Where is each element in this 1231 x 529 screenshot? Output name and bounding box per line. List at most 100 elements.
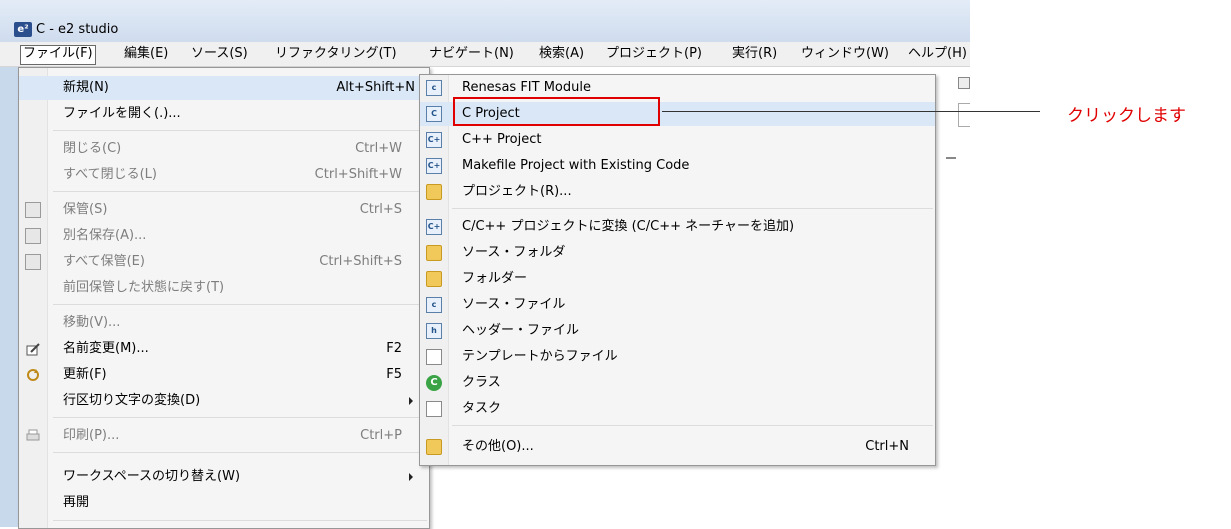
minimize-view-button[interactable] bbox=[958, 77, 970, 89]
menu-item-shortcut: F5 bbox=[386, 367, 402, 382]
submenu-arrow-icon bbox=[409, 473, 413, 481]
folder-icon bbox=[426, 271, 442, 287]
file-menu-item-switch-workspace[interactable]: ワークスペースの切り替え(W) bbox=[19, 465, 429, 489]
file-menu-item-revert[interactable]: 前回保管した状態に戻す(T) bbox=[19, 276, 429, 300]
menu-separator bbox=[53, 452, 427, 453]
menu-project[interactable]: プロジェクト(P) bbox=[604, 45, 704, 63]
file-menu-item-restart[interactable]: 再開 bbox=[19, 491, 429, 515]
menu-item-shortcut: Ctrl+S bbox=[359, 202, 402, 217]
menu-item-label: クラス bbox=[462, 375, 501, 390]
print-icon bbox=[25, 428, 41, 444]
menu-edit[interactable]: 編集(E) bbox=[122, 45, 170, 63]
save-as-icon bbox=[25, 228, 41, 244]
file-from-template-icon bbox=[426, 349, 442, 365]
new-item-source-folder[interactable]: ソース・フォルダ bbox=[420, 241, 935, 265]
renesas-fit-module-icon: c bbox=[426, 80, 442, 96]
new-item-other[interactable]: その他(O)... Ctrl+N bbox=[420, 435, 935, 459]
menu-item-label: タスク bbox=[462, 401, 502, 416]
menu-item-label: C++ Project bbox=[462, 132, 542, 147]
class-icon: C bbox=[426, 375, 442, 391]
title-bar: e² C - e2 studio bbox=[0, 0, 970, 42]
task-icon bbox=[426, 401, 442, 417]
file-menu-item-move[interactable]: 移動(V)... bbox=[19, 311, 429, 335]
menu-item-label: すべて保管(E) bbox=[63, 254, 145, 269]
menu-window[interactable]: ウィンドウ(W) bbox=[799, 45, 891, 63]
menu-item-label: 再開 bbox=[63, 495, 90, 510]
header-file-icon: h bbox=[426, 323, 442, 339]
new-item-class[interactable]: C クラス bbox=[420, 371, 935, 395]
file-menu-item-close-all[interactable]: すべて閉じる(L) Ctrl+Shift+W bbox=[19, 163, 429, 187]
menu-source[interactable]: ソース(S) bbox=[189, 45, 250, 63]
menu-file[interactable]: ファイル(F) bbox=[20, 45, 96, 65]
menu-item-label: ソース・フォルダ bbox=[462, 245, 566, 260]
file-menu-item-convert-line-delimiters[interactable]: 行区切り文字の変換(D) bbox=[19, 389, 429, 413]
c-project-icon: C bbox=[426, 106, 442, 122]
menu-item-shortcut: Ctrl+W bbox=[355, 141, 402, 156]
menu-item-label: 新規(N) bbox=[63, 80, 109, 95]
other-icon bbox=[426, 439, 442, 455]
new-item-source-file[interactable]: c ソース・ファイル bbox=[420, 293, 935, 317]
menu-item-shortcut: Alt+Shift+N bbox=[336, 80, 415, 95]
menu-item-label: 保管(S) bbox=[63, 202, 108, 217]
save-all-icon bbox=[25, 254, 41, 270]
refresh-icon bbox=[25, 367, 41, 383]
menu-item-label: ファイルを開く(.)... bbox=[63, 106, 181, 121]
menu-item-shortcut: Ctrl+P bbox=[360, 428, 402, 443]
menu-item-label: ワークスペースの切り替え(W) bbox=[63, 469, 241, 484]
menu-item-label: ヘッダー・ファイル bbox=[462, 323, 580, 338]
menu-separator bbox=[53, 130, 427, 131]
file-menu-item-save-as[interactable]: 別名保存(A)... bbox=[19, 224, 429, 248]
new-item-header-file[interactable]: h ヘッダー・ファイル bbox=[420, 319, 935, 343]
file-menu-item-save[interactable]: 保管(S) Ctrl+S bbox=[19, 198, 429, 222]
project-icon bbox=[426, 184, 442, 200]
file-menu-item-open-file[interactable]: ファイルを開く(.)... bbox=[19, 102, 429, 126]
c-project-highlight-box bbox=[453, 97, 660, 126]
menu-separator bbox=[53, 417, 427, 418]
convert-project-icon: C+ bbox=[426, 219, 442, 235]
menu-item-label: フォルダー bbox=[462, 271, 528, 286]
menu-item-label: その他(O)... bbox=[462, 439, 534, 454]
new-item-folder[interactable]: フォルダー bbox=[420, 267, 935, 291]
cpp-project-icon: C+ bbox=[426, 132, 442, 148]
file-menu-item-print[interactable]: 印刷(P)... Ctrl+P bbox=[19, 424, 429, 448]
makefile-project-icon: C+ bbox=[426, 158, 442, 174]
menu-item-label: Makefile Project with Existing Code bbox=[462, 158, 690, 173]
view-minimize-icon[interactable] bbox=[946, 157, 956, 159]
menu-item-label: C/C++ プロジェクトに変換 (C/C++ ネーチャーを追加) bbox=[462, 219, 795, 234]
new-item-file-from-template[interactable]: テンプレートからファイル bbox=[420, 345, 935, 369]
source-file-icon: c bbox=[426, 297, 442, 313]
new-item-cpp-project[interactable]: C+ C++ Project bbox=[420, 128, 935, 152]
file-menu-item-save-all[interactable]: すべて保管(E) Ctrl+Shift+S bbox=[19, 250, 429, 274]
menu-run[interactable]: 実行(R) bbox=[730, 45, 779, 63]
e2-studio-logo-icon: e² bbox=[14, 22, 32, 37]
file-menu: 新規(N) Alt+Shift+N ファイルを開く(.)... 閉じる(C) C… bbox=[18, 67, 430, 529]
file-menu-item-new[interactable]: 新規(N) Alt+Shift+N bbox=[19, 76, 429, 100]
menu-separator bbox=[452, 208, 933, 209]
window-title: C - e2 studio bbox=[36, 22, 119, 37]
file-menu-item-refresh[interactable]: 更新(F) F5 bbox=[19, 363, 429, 387]
source-folder-icon bbox=[426, 245, 442, 261]
new-item-convert-to-cpp-project[interactable]: C+ C/C++ プロジェクトに変換 (C/C++ ネーチャーを追加) bbox=[420, 215, 935, 239]
menu-help[interactable]: ヘルプ(H) bbox=[906, 45, 969, 63]
menu-item-label: 別名保存(A)... bbox=[63, 228, 147, 243]
menu-item-label: 印刷(P)... bbox=[63, 428, 120, 443]
menu-search[interactable]: 検索(A) bbox=[537, 45, 586, 63]
menu-separator bbox=[53, 191, 427, 192]
menu-item-label: テンプレートからファイル bbox=[462, 349, 618, 364]
menu-item-shortcut: Ctrl+N bbox=[865, 439, 909, 454]
file-menu-item-rename[interactable]: 名前変更(M)... F2 bbox=[19, 337, 429, 361]
submenu-arrow-icon bbox=[409, 397, 413, 405]
menu-bar: ファイル(F) 編集(E) ソース(S) リファクタリング(T) ナビゲート(N… bbox=[0, 42, 970, 67]
save-icon bbox=[25, 202, 41, 218]
file-menu-item-close[interactable]: 閉じる(C) Ctrl+W bbox=[19, 137, 429, 161]
menu-item-label: 閉じる(C) bbox=[63, 141, 122, 156]
menu-item-shortcut: Ctrl+Shift+W bbox=[314, 167, 402, 182]
menu-item-label: 移動(V)... bbox=[63, 315, 121, 330]
new-item-task[interactable]: タスク bbox=[420, 397, 935, 421]
menu-navigate[interactable]: ナビゲート(N) bbox=[427, 45, 516, 63]
new-item-makefile-project[interactable]: C+ Makefile Project with Existing Code bbox=[420, 154, 935, 178]
menu-item-label: ソース・ファイル bbox=[462, 297, 566, 312]
new-item-project[interactable]: プロジェクト(R)... bbox=[420, 180, 935, 204]
menu-refactor[interactable]: リファクタリング(T) bbox=[273, 45, 399, 63]
quick-access-input[interactable] bbox=[958, 103, 970, 127]
